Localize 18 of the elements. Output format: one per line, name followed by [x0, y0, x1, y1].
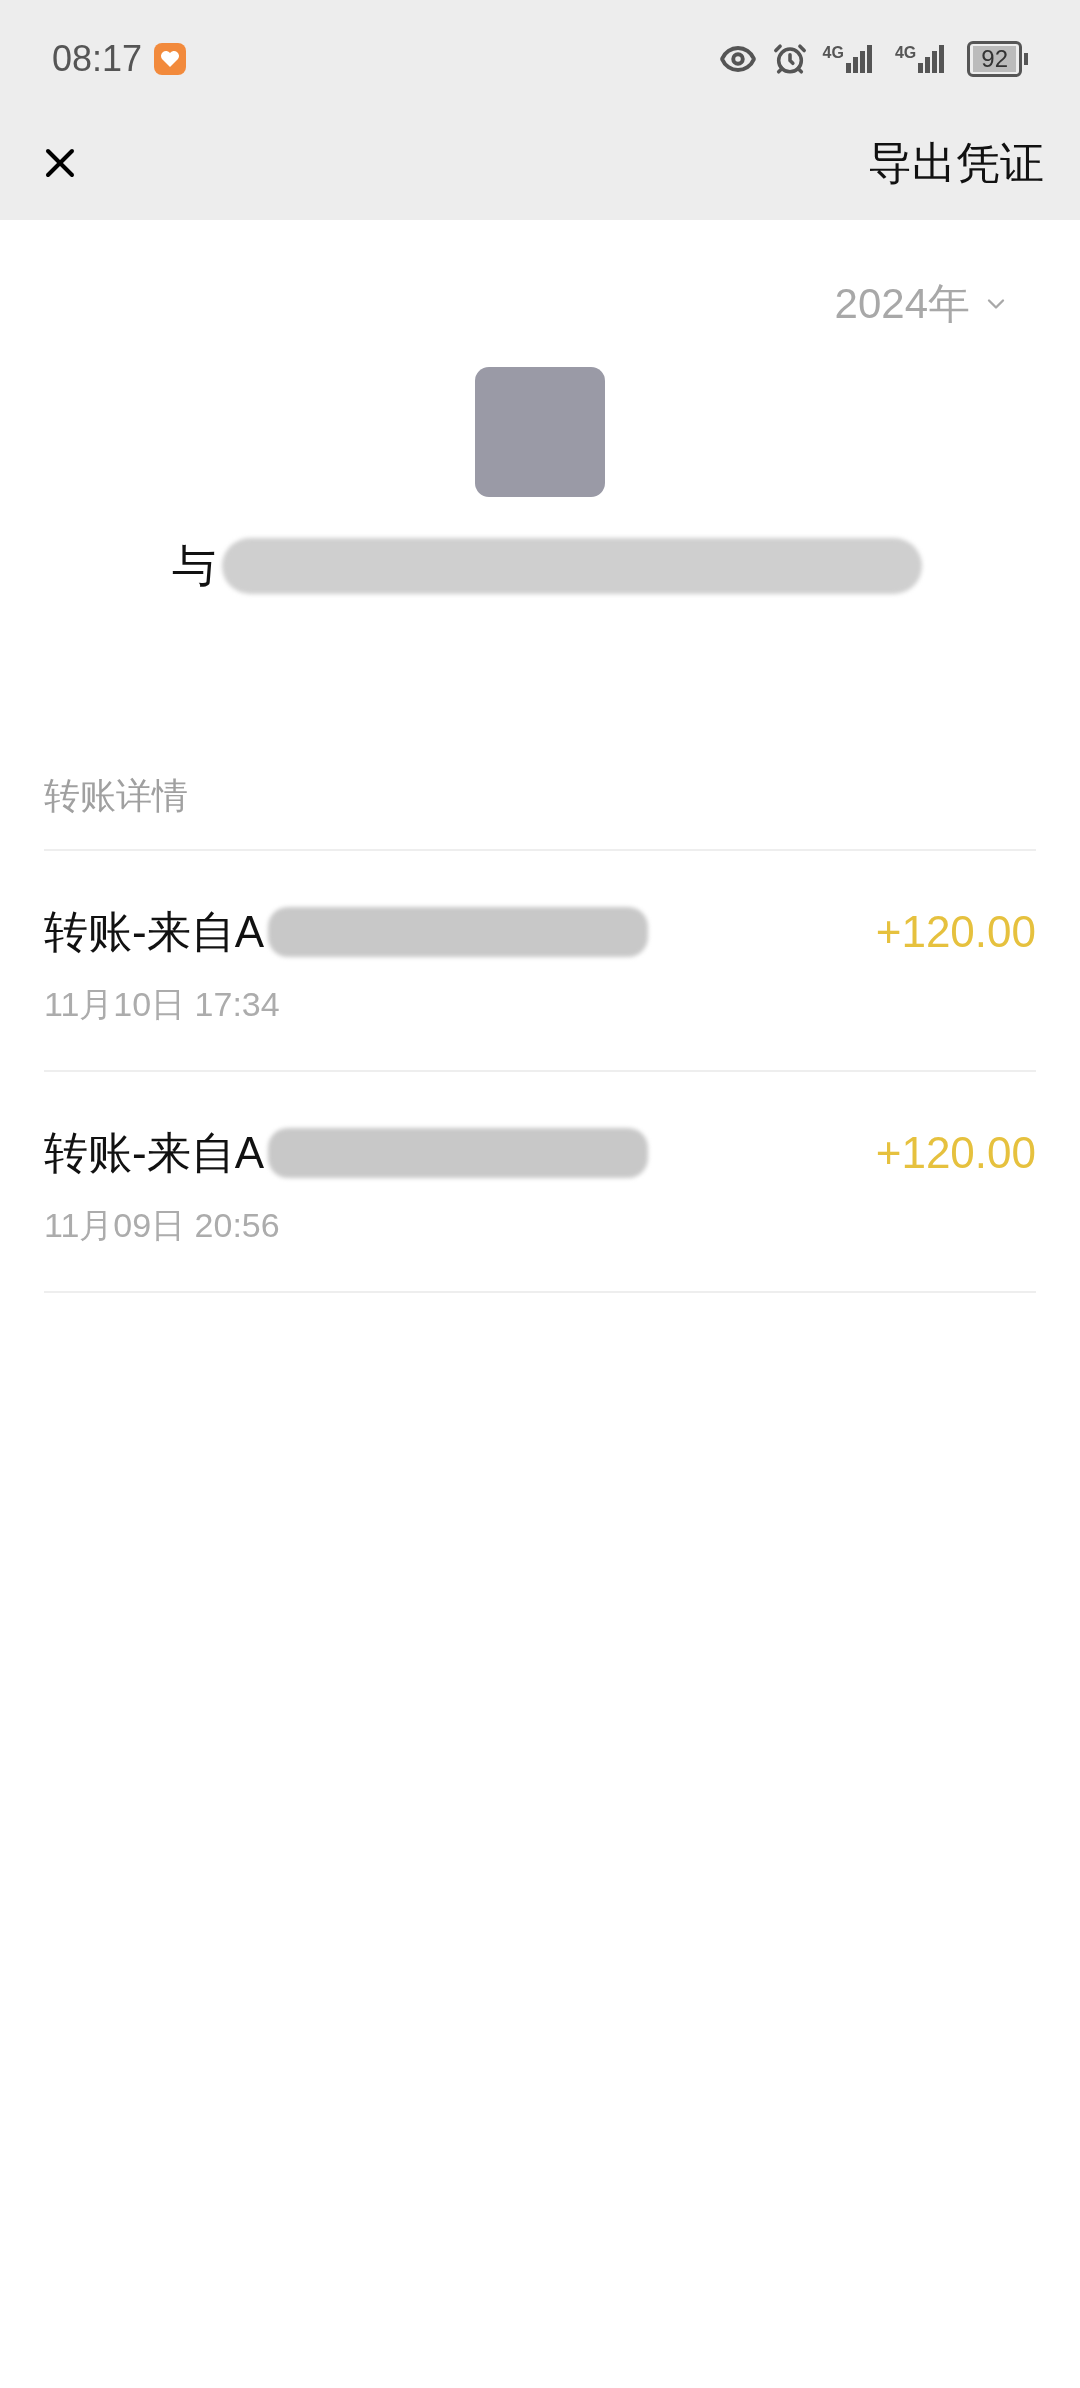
transaction-row[interactable]: 转账-来自A 11月10日 17:34 +120.00: [44, 851, 1036, 1072]
battery-tip: [1024, 53, 1028, 65]
transaction-title: 转账-来自A: [44, 1127, 264, 1179]
transaction-time: 11月10日 17:34: [44, 984, 281, 1025]
section-title: 转账详情: [44, 769, 188, 851]
contact-title: 与: [172, 540, 216, 592]
network-type: 4G: [822, 45, 844, 61]
transaction-title: 转账-来自A: [44, 906, 264, 958]
export-button[interactable]: 导出凭证: [868, 130, 1048, 196]
battery-level: 92: [973, 46, 1016, 72]
app-notification-icon: [154, 43, 187, 75]
transaction-amount: +120.00: [875, 906, 1036, 958]
status-time: 08:17: [52, 37, 143, 81]
transaction-time: 11月09日 20:56: [44, 1205, 281, 1246]
transaction-amount: +120.00: [875, 1127, 1036, 1179]
network-type: 4G: [894, 45, 917, 61]
transaction-row[interactable]: 转账-来自A 11月09日 20:56 +120.00: [44, 1072, 1036, 1293]
alarm-icon: [772, 42, 807, 76]
